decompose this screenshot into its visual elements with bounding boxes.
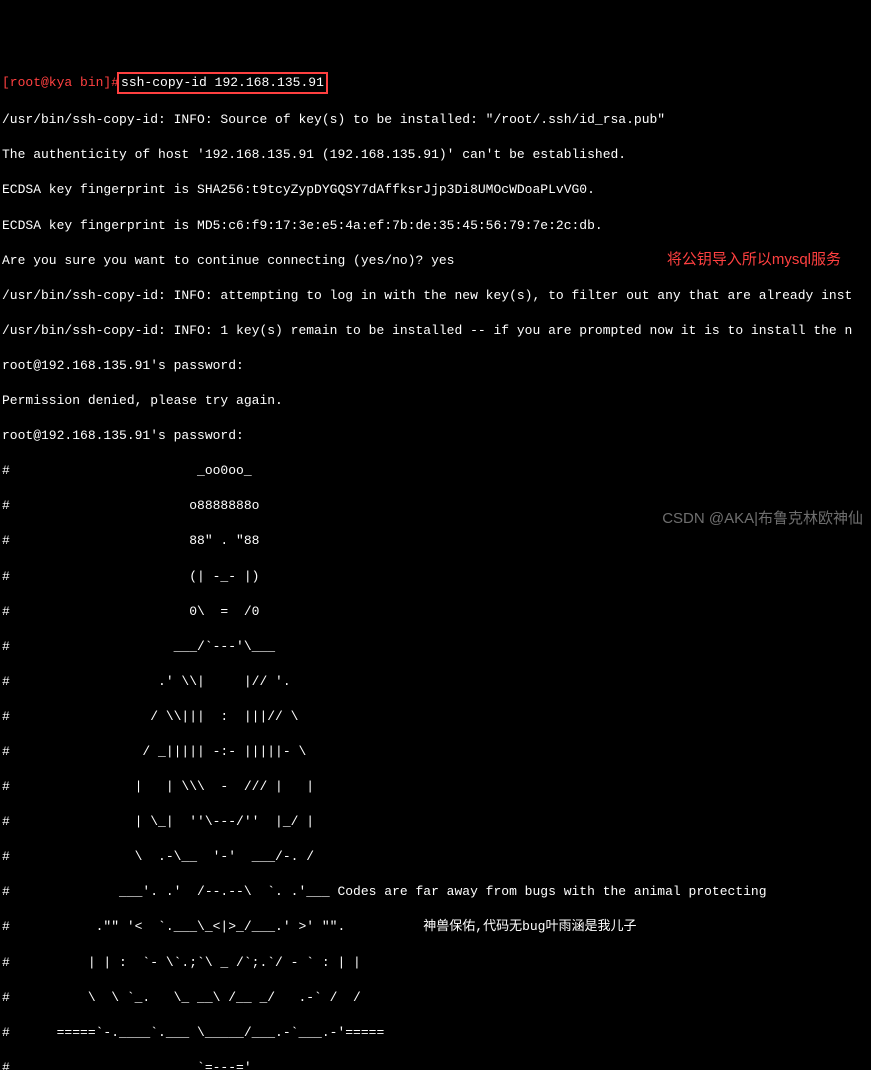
command-text: ssh-copy-id 192.168.135.91 bbox=[121, 75, 324, 90]
output-line: /usr/bin/ssh-copy-id: INFO: 1 key(s) rem… bbox=[2, 322, 869, 340]
ascii-art-line: # (| -_- |) bbox=[2, 568, 869, 586]
ascii-art-line: # | \_| ''\---/'' |_/ | bbox=[2, 813, 869, 831]
annotation-label: 将公钥导入所以mysql服务 bbox=[667, 250, 841, 270]
ascii-art-line: # =====`-.____`.___ \_____/___.-`___.-'=… bbox=[2, 1024, 869, 1042]
ascii-art-line: # ___'. .' /--.--\ `. .'___ Codes are fa… bbox=[2, 883, 869, 901]
prompt-line[interactable]: [root@kya bin]#ssh-copy-id 192.168.135.9… bbox=[2, 72, 869, 94]
ascii-art-line: # | | \\\ - /// | | bbox=[2, 778, 869, 796]
ascii-art-line: # ___/`---'\___ bbox=[2, 638, 869, 656]
output-line: /usr/bin/ssh-copy-id: INFO: Source of ke… bbox=[2, 111, 869, 129]
password-prompt[interactable]: root@192.168.135.91's password: bbox=[2, 357, 869, 375]
output-line: /usr/bin/ssh-copy-id: INFO: attempting t… bbox=[2, 287, 869, 305]
output-line: Permission denied, please try again. bbox=[2, 392, 869, 410]
ascii-art-line: # | | : `- \`.;`\ _ /`;.`/ - ` : | | bbox=[2, 954, 869, 972]
confirm-answer: yes bbox=[431, 253, 454, 268]
ascii-art-line: # \ .-\__ '-' ___/-. / bbox=[2, 848, 869, 866]
output-line: ECDSA key fingerprint is SHA256:t9tcyZyp… bbox=[2, 181, 869, 199]
ascii-art-line: # / _||||| -:- |||||- \ bbox=[2, 743, 869, 761]
ascii-art-line: # ."" '< `.___\_<|>_/___.' >' "". 神兽保佑,代… bbox=[2, 918, 869, 936]
ascii-art-line: # `=---=' bbox=[2, 1059, 869, 1070]
ascii-art-line: # .' \\| |// '. bbox=[2, 673, 869, 691]
ascii-art-line: # / \\||| : |||// \ bbox=[2, 708, 869, 726]
confirm-prompt-text: Are you sure you want to continue connec… bbox=[2, 253, 431, 268]
ascii-art-line: # 0\ = /0 bbox=[2, 603, 869, 621]
output-line: ECDSA key fingerprint is MD5:c6:f9:17:3e… bbox=[2, 217, 869, 235]
password-prompt[interactable]: root@192.168.135.91's password: bbox=[2, 427, 869, 445]
output-line: The authenticity of host '192.168.135.91… bbox=[2, 146, 869, 164]
watermark-text: CSDN @AKA|布鲁克林欧神仙 bbox=[662, 509, 863, 529]
ascii-art-line: # _oo0oo_ bbox=[2, 462, 869, 480]
command-highlight: ssh-copy-id 192.168.135.91 bbox=[117, 72, 328, 94]
ascii-art-line: # 88" . "88 bbox=[2, 532, 869, 550]
ascii-art-line: # \ \ `_. \_ __\ /__ _/ .-` / / bbox=[2, 989, 869, 1007]
prompt-user-host: [root@kya bin] bbox=[2, 75, 111, 90]
